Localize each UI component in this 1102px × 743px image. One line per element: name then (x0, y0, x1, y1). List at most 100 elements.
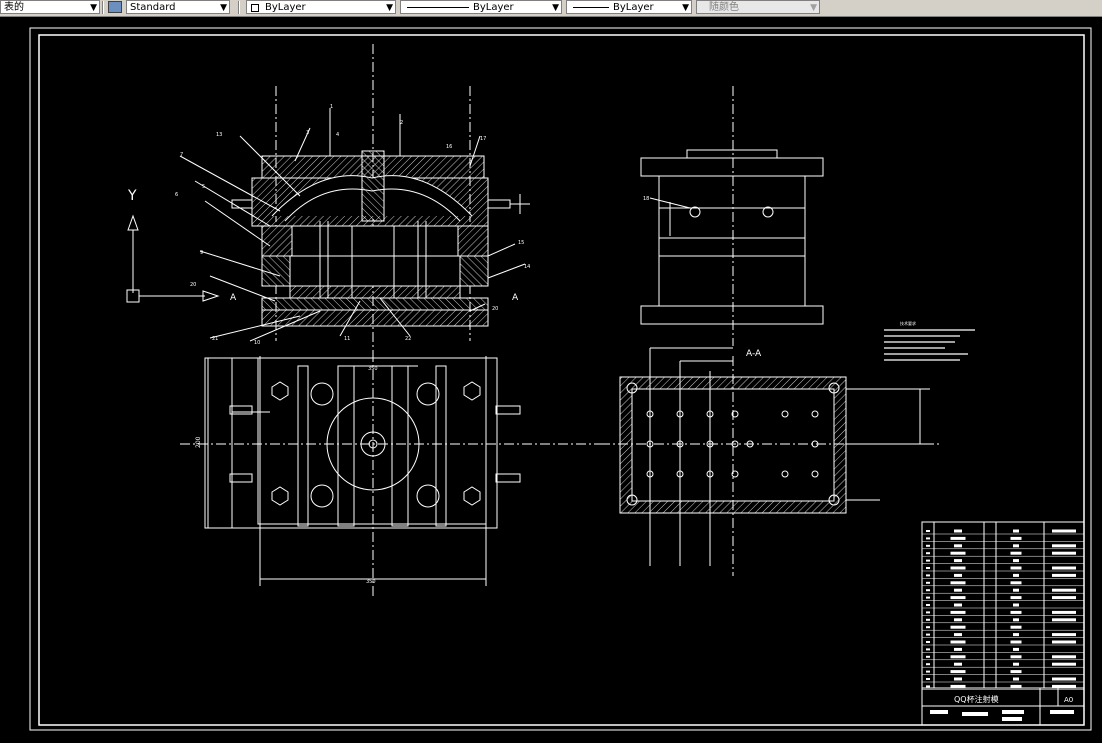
linetype-dropdown[interactable]: ByLayer ▼ (400, 0, 562, 14)
parts-row-number (926, 574, 930, 577)
parts-row-cell (1010, 551, 1022, 555)
parts-row-cell (950, 551, 966, 555)
parts-row-number (926, 655, 930, 658)
section-marker-left: A (230, 293, 237, 303)
parts-row-cell (954, 559, 962, 563)
parts-row-cell (1013, 662, 1019, 666)
parts-row-cell (1052, 640, 1076, 644)
parts-row-number (926, 589, 930, 592)
lineweight-sample-icon (573, 7, 609, 8)
parts-row-cell (1052, 610, 1076, 614)
parts-row-cell (1052, 566, 1076, 570)
parts-row-number (926, 663, 930, 666)
toolbar-separator (238, 1, 240, 14)
parts-row-cell (950, 655, 966, 659)
parts-row-cell (1052, 544, 1076, 548)
parts-row-cell (1013, 544, 1019, 548)
parts-row-number (926, 648, 930, 651)
chevron-down-icon: ▼ (90, 3, 97, 13)
parts-row-cell (954, 529, 962, 533)
linetype-sample-icon (407, 7, 469, 8)
balloon-2: 2 (400, 120, 403, 126)
parts-row-cell (1010, 581, 1022, 585)
parts-row-cell (1010, 655, 1022, 659)
drawing-canvas[interactable]: 13 7 5 6 9 21 10 11 22 1 2 4 3 16 17 15 … (0, 16, 1102, 743)
balloon-18: 18 (643, 196, 649, 202)
chevron-down-icon: ▼ (220, 3, 227, 13)
parts-row-cell (1010, 610, 1022, 614)
plotstyle-dropdown[interactable]: 随颜色 ▼ (696, 0, 820, 14)
plotstyle-value: 随颜色 (709, 2, 739, 13)
parts-row-cell (1052, 677, 1076, 681)
parts-row-number (926, 678, 930, 680)
parts-row-cell (1052, 529, 1076, 533)
parts-row-cell (1052, 684, 1076, 688)
section-marker-right: A (512, 293, 519, 303)
parts-row-cell (954, 588, 962, 592)
parts-row-cell (950, 581, 966, 585)
parts-row-cell (1013, 529, 1019, 533)
balloon-11: 11 (344, 336, 350, 342)
parts-row-number (926, 633, 930, 636)
parts-row-cell (1010, 670, 1022, 674)
parts-row-number (926, 618, 930, 621)
layer-color-dropdown[interactable]: ByLayer ▼ (246, 0, 396, 14)
parts-row-cell (1013, 603, 1019, 607)
svg-text:技术要求: 技术要求 (900, 320, 916, 326)
properties-toolbar: 表的 ▼ Standard ▼ ByLayer ▼ ByLayer ▼ ByLa… (0, 0, 1102, 17)
lineweight-value: ByLayer (613, 2, 654, 13)
parts-row-cell (950, 625, 966, 629)
side-view (640, 86, 824, 346)
linetype-value: ByLayer (473, 2, 514, 13)
chevron-down-icon: ▼ (386, 3, 393, 13)
aa-section-view (600, 347, 940, 576)
balloon-16: 16 (446, 144, 452, 150)
parts-row-number (926, 685, 930, 688)
title-block-signature-cells (930, 710, 1074, 721)
parts-row-number (926, 567, 930, 569)
dim-plan-width: 350 (366, 579, 376, 585)
tech-requirements: 技术要求 (884, 320, 975, 361)
dim-plan-top: 350 (368, 366, 378, 372)
parts-row-number (926, 559, 930, 562)
parts-row-number (926, 626, 930, 629)
parts-row-cell (1010, 536, 1022, 540)
parts-row-cell (950, 610, 966, 614)
parts-row-cell (954, 603, 962, 607)
parts-row-cell (1010, 625, 1022, 629)
ucs-icon (126, 214, 220, 303)
parts-row-cell (950, 536, 966, 540)
text-style-dropdown[interactable]: Standard ▼ (126, 0, 230, 14)
balloon-5: 5 (202, 184, 205, 190)
layer-dropdown[interactable]: 表的 ▼ (0, 0, 100, 14)
parts-list-rows (922, 529, 1084, 690)
title-block-size: A0 (1064, 696, 1073, 704)
parts-row-number (926, 552, 930, 555)
balloon-17: 17 (480, 136, 486, 142)
parts-row-number (926, 544, 930, 547)
parts-row-cell (1013, 647, 1019, 651)
layer-color-value: ByLayer (265, 2, 306, 13)
parts-row-cell (1052, 618, 1076, 622)
parts-row-cell (954, 677, 962, 681)
parts-row-cell (950, 566, 966, 570)
parts-row-cell (1052, 573, 1076, 577)
parts-row-cell (1013, 677, 1019, 681)
parts-row-cell (954, 618, 962, 622)
parts-row-cell (954, 633, 962, 637)
balloon-7: 7 (180, 152, 183, 158)
parts-row-cell (1013, 618, 1019, 622)
lineweight-dropdown[interactable]: ByLayer ▼ (566, 0, 692, 14)
parts-row-cell (1052, 662, 1076, 666)
text-style-icon[interactable] (108, 1, 122, 13)
parts-row-cell (1013, 633, 1019, 637)
balloon-10: 10 (254, 340, 260, 346)
section-title-aa: A-A (746, 349, 762, 359)
inner-border (38, 34, 1085, 726)
parts-row-number (926, 611, 930, 614)
balloon-3: 3 (306, 130, 309, 136)
balloon-22: 22 (405, 336, 411, 342)
balloon-20-left: 20 (190, 282, 196, 288)
parts-row-number (926, 530, 930, 532)
ucs-y-label: Y (127, 188, 137, 204)
